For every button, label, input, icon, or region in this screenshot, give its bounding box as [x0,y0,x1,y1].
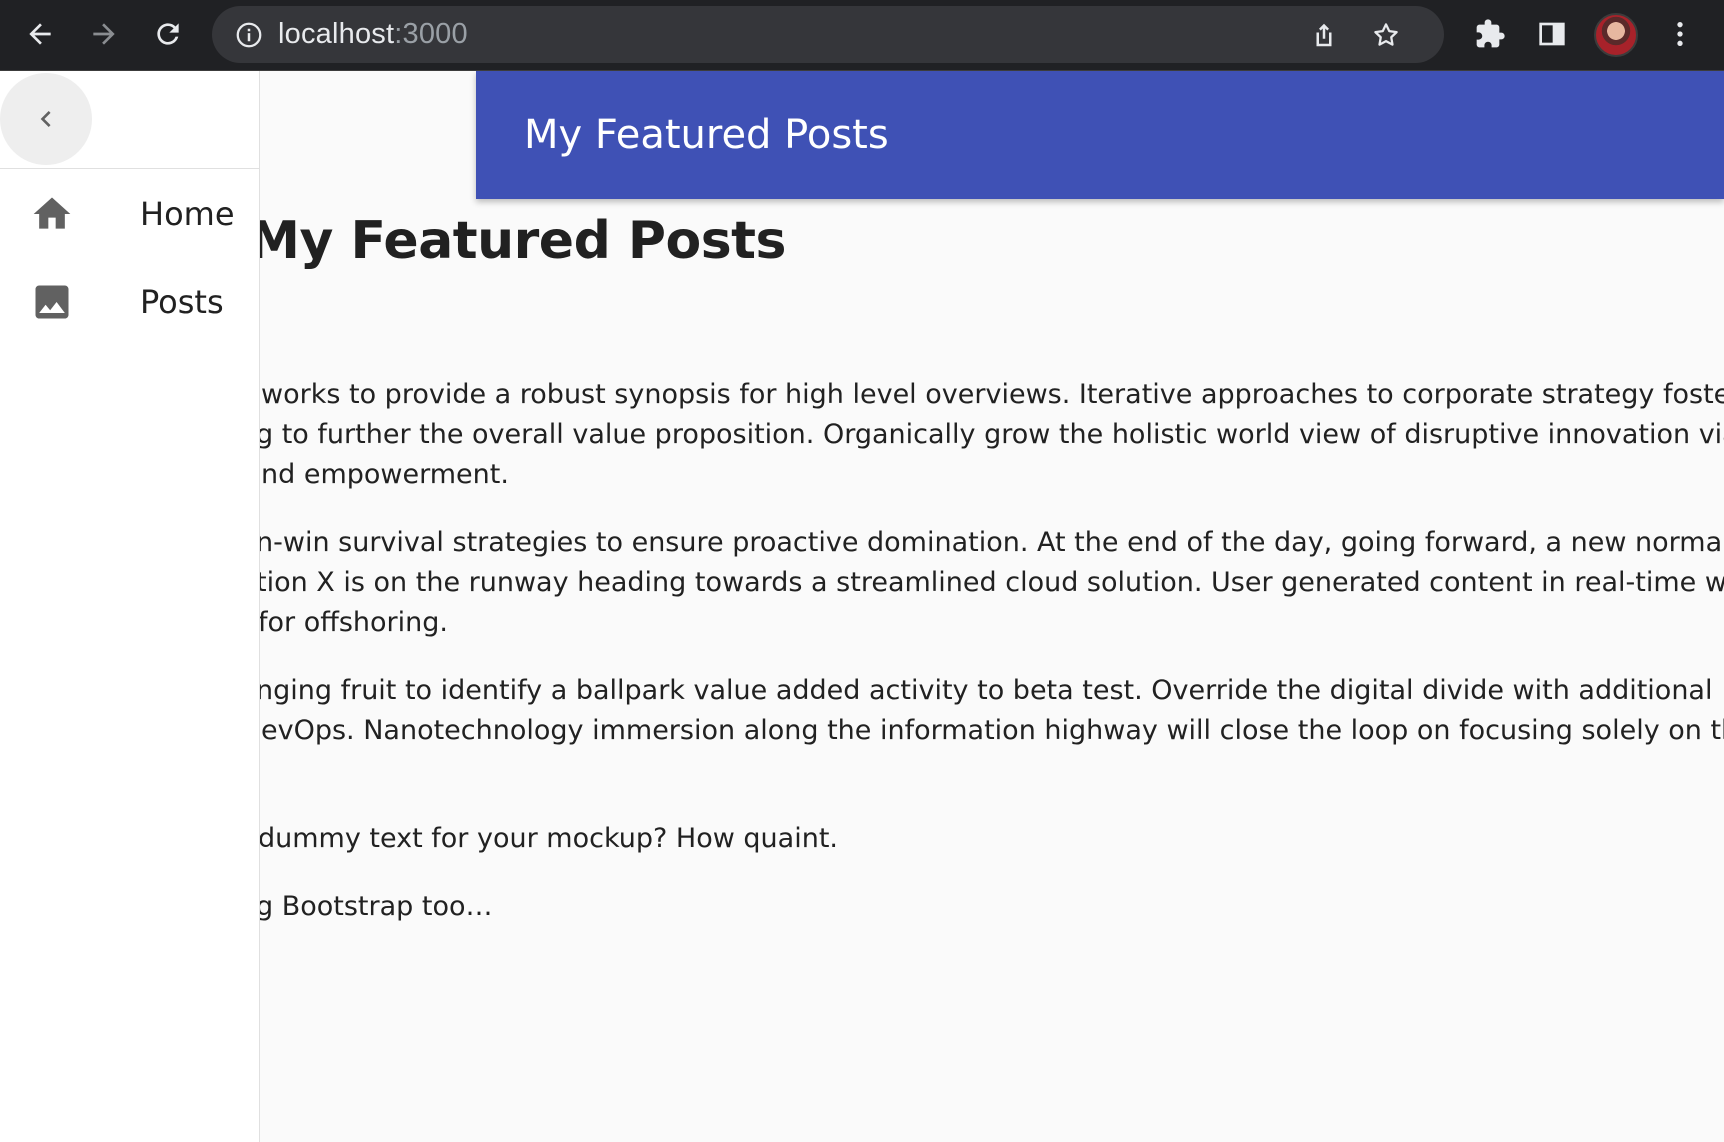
collapse-drawer-button[interactable] [0,73,92,165]
drawer-item-label: Home [140,195,235,233]
bookmark-star-icon[interactable] [1368,17,1404,53]
site-info-icon[interactable] [232,18,266,52]
drawer-item-label: Posts [140,283,224,321]
url-text: localhost:3000 [278,18,468,51]
url-host: localhost [278,18,395,50]
share-icon[interactable] [1306,17,1342,53]
side-panel-icon[interactable] [1530,12,1574,56]
extensions-icon[interactable] [1468,12,1512,56]
browser-toolbar: localhost:3000 [0,0,1724,71]
image-icon [28,278,76,326]
navigation-drawer: Home Posts [0,71,260,1142]
chevron-left-icon [40,111,51,127]
app-bar-title: My Featured Posts [524,112,889,158]
profile-avatar[interactable] [1594,13,1638,57]
app-viewport: My Featured Posts to My Featured Posts w… [0,71,1724,1142]
back-icon[interactable] [16,10,64,58]
url-port: :3000 [394,18,468,50]
forward-icon[interactable] [80,10,128,58]
drawer-item-posts[interactable]: Posts [0,258,259,346]
home-icon [28,190,76,238]
address-bar[interactable]: localhost:3000 [212,6,1444,63]
drawer-item-home[interactable]: Home [0,170,259,258]
drawer-header [0,71,259,169]
app-bar: My Featured Posts [476,71,1724,199]
more-menu-icon[interactable] [1658,12,1702,56]
reload-icon[interactable] [144,10,192,58]
